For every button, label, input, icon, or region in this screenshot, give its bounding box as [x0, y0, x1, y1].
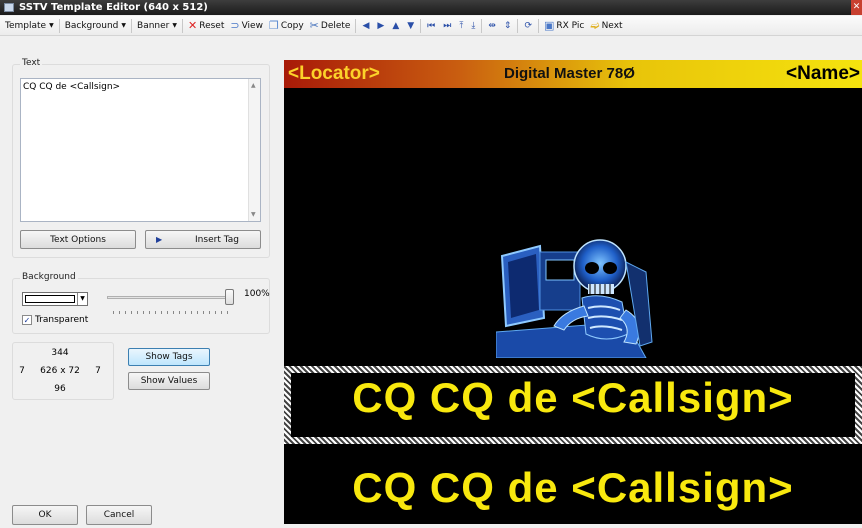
next-icon: ➫ — [590, 19, 600, 32]
move-left-icon[interactable]: ◀ — [358, 21, 373, 31]
opacity-slider-thumb[interactable] — [225, 289, 234, 305]
opacity-slider-ticks — [113, 311, 233, 314]
move-right-icon[interactable]: ▶ — [373, 21, 388, 31]
next-label: Next — [601, 20, 623, 31]
skeleton-computer-image — [496, 222, 658, 358]
play-icon: ▶ — [156, 235, 163, 244]
toolbar-separator — [481, 18, 483, 33]
show-tags-label: Show Tags — [145, 352, 193, 362]
banner-menu[interactable]: Banner ▼ — [134, 17, 180, 35]
align-right-icon[interactable]: ⏭ — [439, 21, 455, 31]
ok-label: OK — [38, 510, 52, 520]
banner-title: Digital Master 78Ø — [504, 65, 635, 82]
toolbar-separator — [58, 18, 60, 33]
copy-icon: ❐ — [268, 19, 279, 32]
app-icon — [4, 3, 14, 12]
view-label: View — [241, 20, 263, 31]
toolbar-separator — [420, 18, 422, 33]
background-color-picker[interactable]: ▼ — [22, 292, 88, 306]
delete-button[interactable]: ✂ Delete — [307, 17, 354, 35]
color-swatch — [25, 295, 75, 303]
scroll-down-icon[interactable]: ▼ — [251, 211, 256, 218]
template-menu-label: Template — [5, 20, 47, 31]
insert-tag-label: Insert Tag — [195, 234, 239, 245]
text-scrollbar[interactable]: ▲ ▼ — [248, 79, 260, 221]
reset-icon: ✕ — [188, 19, 198, 32]
dim-right: 7 — [95, 366, 101, 376]
toolbar-separator — [355, 18, 357, 33]
toolbar-separator — [537, 18, 539, 33]
chevron-down-icon: ▼ — [121, 22, 127, 29]
banner-menu-label: Banner — [137, 20, 170, 31]
toolbar: Template ▼ Background ▼ Banner ▼ ✕ Reset ⊃ Vi… — [0, 16, 862, 36]
delete-label: Delete — [320, 20, 351, 31]
move-down-icon[interactable]: ▼ — [403, 21, 418, 31]
dim-size: 626 x 72 — [40, 366, 80, 376]
cancel-button[interactable]: Cancel — [86, 505, 152, 525]
text-group-label: Text — [20, 58, 43, 68]
title-bar: SSTV Template Editor (640 x 512) ✕ — [0, 0, 862, 15]
toolbar-separator — [182, 18, 183, 33]
scroll-up-icon[interactable]: ▲ — [251, 82, 256, 89]
banner-name: <Name> — [786, 63, 860, 84]
toolbar-separator — [131, 18, 133, 33]
show-values-button[interactable]: Show Values — [128, 372, 210, 390]
close-icon[interactable]: ✕ — [851, 0, 862, 15]
transparent-label: Transparent — [35, 315, 89, 325]
chevron-down-icon: ▼ — [77, 293, 87, 305]
dim-left: 7 — [19, 366, 25, 376]
rx-pic-label: RX Pic — [556, 20, 585, 31]
text-options-button[interactable]: Text Options — [20, 230, 136, 249]
transparent-checkbox[interactable]: ✓ — [22, 315, 32, 325]
banner-locator: <Locator> — [288, 63, 380, 84]
preview-callsign-text[interactable]: CQ CQ de <Callsign> — [284, 464, 862, 512]
preview-banner: <Locator> Digital Master 78Ø <Name> — [284, 60, 862, 88]
copy-label: Copy — [280, 20, 304, 31]
window-title: SSTV Template Editor (640 x 512) — [19, 2, 208, 13]
reset-button[interactable]: ✕ Reset — [185, 17, 227, 35]
insert-tag-button[interactable]: ▶ Insert Tag — [145, 230, 261, 249]
dim-top: 344 — [51, 348, 69, 358]
center-horizontal-icon[interactable]: ⇹ — [484, 21, 500, 31]
background-menu-label: Background — [64, 20, 119, 31]
align-top-icon[interactable]: ⤒ — [455, 21, 467, 31]
preview-callsign-text-selected[interactable]: CQ CQ de <Callsign> — [284, 374, 862, 422]
template-preview[interactable]: <Locator> Digital Master 78Ø <Name> CQ C… — [284, 60, 862, 524]
chevron-down-icon: ▼ — [172, 22, 177, 29]
next-button[interactable]: ➫ Next — [587, 17, 625, 35]
align-left-icon[interactable]: ⏮ — [423, 21, 439, 31]
view-button[interactable]: ⊃ View — [227, 17, 266, 35]
align-bottom-icon[interactable]: ⤓ — [467, 21, 479, 31]
ok-button[interactable]: OK — [12, 505, 78, 525]
dim-bottom: 96 — [54, 384, 66, 394]
text-input[interactable]: CQ CQ de <Callsign> ▲ ▼ — [20, 78, 261, 222]
copy-button[interactable]: ❐ Copy — [266, 17, 307, 35]
refresh-icon[interactable]: ⟳ — [520, 21, 536, 31]
opacity-slider-track[interactable] — [107, 296, 234, 299]
background-group-label: Background — [20, 272, 78, 282]
scissors-icon: ✂ — [309, 19, 319, 32]
move-up-icon[interactable]: ▲ — [388, 21, 403, 31]
text-options-label: Text Options — [50, 234, 106, 245]
show-tags-button[interactable]: Show Tags — [128, 348, 210, 366]
template-menu[interactable]: Template ▼ — [2, 17, 57, 35]
cancel-label: Cancel — [103, 510, 135, 520]
center-vertical-icon[interactable]: ⇕ — [500, 21, 516, 31]
reset-label: Reset — [199, 20, 225, 31]
image-icon: ▣ — [543, 19, 555, 32]
opacity-value: 100% — [244, 289, 270, 299]
toolbar-separator — [517, 18, 519, 33]
background-menu[interactable]: Background ▼ — [62, 17, 129, 35]
text-input-value: CQ CQ de <Callsign> — [23, 82, 121, 92]
background-group — [12, 278, 270, 334]
view-icon: ⊃ — [230, 19, 240, 32]
show-values-label: Show Values — [140, 376, 198, 386]
rx-pic-button[interactable]: ▣ RX Pic — [541, 17, 587, 35]
chevron-down-icon: ▼ — [49, 22, 54, 29]
